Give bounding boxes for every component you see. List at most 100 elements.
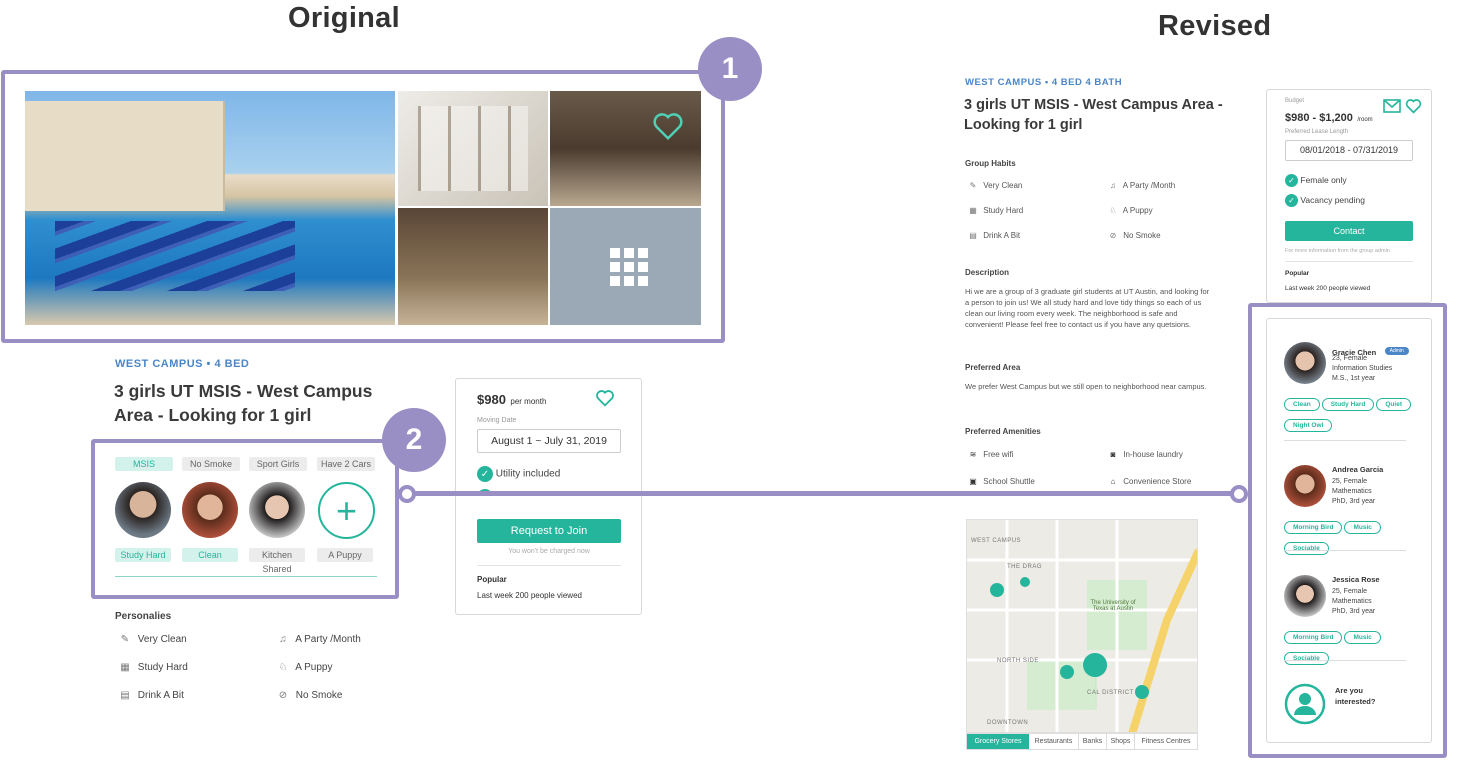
party-icon: ♫: [279, 634, 287, 645]
wifi-icon: ≋: [969, 450, 977, 459]
broom-icon: ✎: [969, 181, 977, 190]
popular-text: Last week 200 people viewed: [477, 591, 582, 600]
check-row: ✓ Female only: [1285, 174, 1347, 187]
contact-note: For more information from the group admi…: [1285, 248, 1390, 254]
original-heading: Original: [288, 2, 400, 34]
map-canvas: [967, 520, 1197, 732]
price: $980: [477, 392, 506, 407]
personality-item: Study Hard: [137, 662, 188, 673]
popular-label: Popular: [477, 575, 507, 584]
listing-location: WEST CAMPUS • 4 BED 4 BATH: [965, 77, 1123, 88]
map-label: THE DRAG: [1007, 564, 1043, 570]
request-to-join-button[interactable]: Request to Join: [477, 519, 621, 543]
lease-label: Preferred Lease Length: [1285, 129, 1349, 135]
charge-note: You won't be charged now: [508, 548, 590, 555]
habit-item: A Party /Month: [1122, 181, 1176, 190]
amenity-item: Free wifi: [983, 450, 1014, 459]
neighborhood-map[interactable]: WEST CAMPUS THE DRAG The University of T…: [966, 519, 1198, 733]
habit-item: A Puppy: [1122, 206, 1153, 215]
budget-value: $980 - $1,200: [1285, 112, 1353, 124]
dog-icon: ♘: [1109, 206, 1117, 215]
library-icon: ▦: [120, 662, 130, 673]
connector-line: [408, 491, 1240, 496]
divider: [477, 565, 621, 566]
tab-restaurants[interactable]: Restaurants: [1029, 734, 1079, 749]
map-label: CAL DISTRICT: [1087, 690, 1134, 696]
beer-icon: ▤: [969, 231, 977, 240]
check-label: Female only: [1300, 174, 1347, 185]
beer-icon: ▤: [120, 690, 130, 701]
callout-box-2: [91, 439, 399, 599]
tab-banks[interactable]: Banks: [1079, 734, 1107, 749]
group-habits-heading: Group Habits: [965, 159, 1016, 168]
personality-item: Drink A Bit: [137, 690, 184, 701]
popular-label: Popular: [1285, 270, 1310, 277]
habit-item: Drink A Bit: [983, 231, 1021, 240]
habit-item: No Smoke: [1123, 231, 1161, 240]
amenity-item: School Shuttle: [983, 477, 1035, 486]
budget-label: Budget: [1285, 98, 1305, 104]
check-label: Vacancy pending: [1300, 194, 1365, 205]
personality-item: No Smoke: [295, 690, 343, 701]
moving-date-field[interactable]: August 1 ~ July 31, 2019: [477, 429, 621, 453]
map-category-tabs: Grocery Stores Restaurants Banks Shops F…: [966, 733, 1198, 750]
habit-item: Study Hard: [983, 206, 1024, 215]
amenities-heading: Preferred Amenities: [965, 427, 1041, 436]
check-label: Utility included: [495, 468, 561, 480]
connector-dot: [398, 485, 416, 503]
tab-grocery-stores[interactable]: Grocery Stores: [967, 734, 1029, 749]
callout-box-revised: [1248, 303, 1447, 758]
contact-button[interactable]: Contact: [1285, 221, 1413, 241]
mail-icon[interactable]: [1383, 99, 1401, 118]
popular-text: Last week 200 people viewed: [1285, 285, 1371, 292]
callout-badge-1: 1: [698, 37, 762, 101]
revised-booking-card: Budget $980 - $1,200 /room Preferred Lea…: [1266, 89, 1432, 303]
amenity-item: In-house laundry: [1123, 450, 1183, 459]
heart-icon[interactable]: [1405, 98, 1422, 119]
listing-location: WEST CAMPUS • 4 BED: [115, 358, 250, 370]
library-icon: ▦: [969, 206, 977, 215]
check-row: ✓ Vacancy pending: [1285, 194, 1365, 207]
check-row: ✓ Utility included: [477, 466, 560, 482]
callout-badge-2: 2: [382, 408, 446, 472]
revised-heading: Revised: [1158, 10, 1272, 42]
personality-item: A Party /Month: [295, 634, 361, 645]
store-icon: ⌂: [1110, 477, 1116, 486]
party-icon: ♫: [1110, 181, 1116, 190]
map-label: DOWNTOWN: [987, 720, 1029, 726]
description-heading: Description: [965, 268, 1010, 277]
amenity-item: Convenience Store: [1123, 477, 1192, 486]
original-booking-card: $980 per month Moving Date August 1 ~ Ju…: [455, 378, 642, 615]
personality-item: A Puppy: [295, 662, 333, 673]
map-label: WEST CAMPUS: [971, 538, 1022, 544]
preferred-area-heading: Preferred Area: [965, 363, 1021, 372]
no-smoke-icon: ⊘: [1109, 231, 1117, 240]
lease-date-field[interactable]: 08/01/2018 - 07/31/2019: [1285, 140, 1413, 161]
listing-title: 3 girls UT MSIS - West Campus Area - Loo…: [114, 381, 373, 425]
personalities-heading: Personalies: [115, 611, 172, 622]
map-label: NORTH SIDE: [997, 658, 1039, 664]
personality-item: Very Clean: [137, 634, 187, 645]
moving-date-label: Moving Date: [477, 417, 517, 424]
habit-item: Very Clean: [983, 181, 1023, 190]
broom-icon: ✎: [120, 634, 130, 645]
dog-icon: ♘: [278, 662, 288, 673]
check-icon: ✓: [1285, 194, 1298, 207]
tab-shops[interactable]: Shops: [1107, 734, 1135, 749]
listing-title: 3 girls UT MSIS - West Campus Area - Loo…: [964, 97, 1223, 133]
laundry-icon: ◙: [1110, 450, 1116, 459]
divider: [1285, 261, 1413, 262]
callout-box-1: [1, 70, 725, 343]
connector-dot: [1230, 485, 1248, 503]
description-text: Hi we are a group of 3 graduate girl stu…: [965, 287, 1210, 329]
preferred-area-text: We prefer West Campus but we still open …: [965, 382, 1207, 391]
map-label: The University of Texas at Austin: [1090, 600, 1136, 612]
check-icon: ✓: [477, 466, 493, 482]
price-unit: per month: [510, 397, 547, 406]
tab-fitness-centres[interactable]: Fitness Centres: [1135, 734, 1197, 749]
bus-icon: ▣: [969, 477, 977, 486]
heart-icon[interactable]: [595, 389, 615, 412]
check-icon: ✓: [1285, 174, 1298, 187]
no-smoke-icon: ⊘: [278, 690, 288, 701]
budget-unit: /room: [1357, 117, 1373, 123]
